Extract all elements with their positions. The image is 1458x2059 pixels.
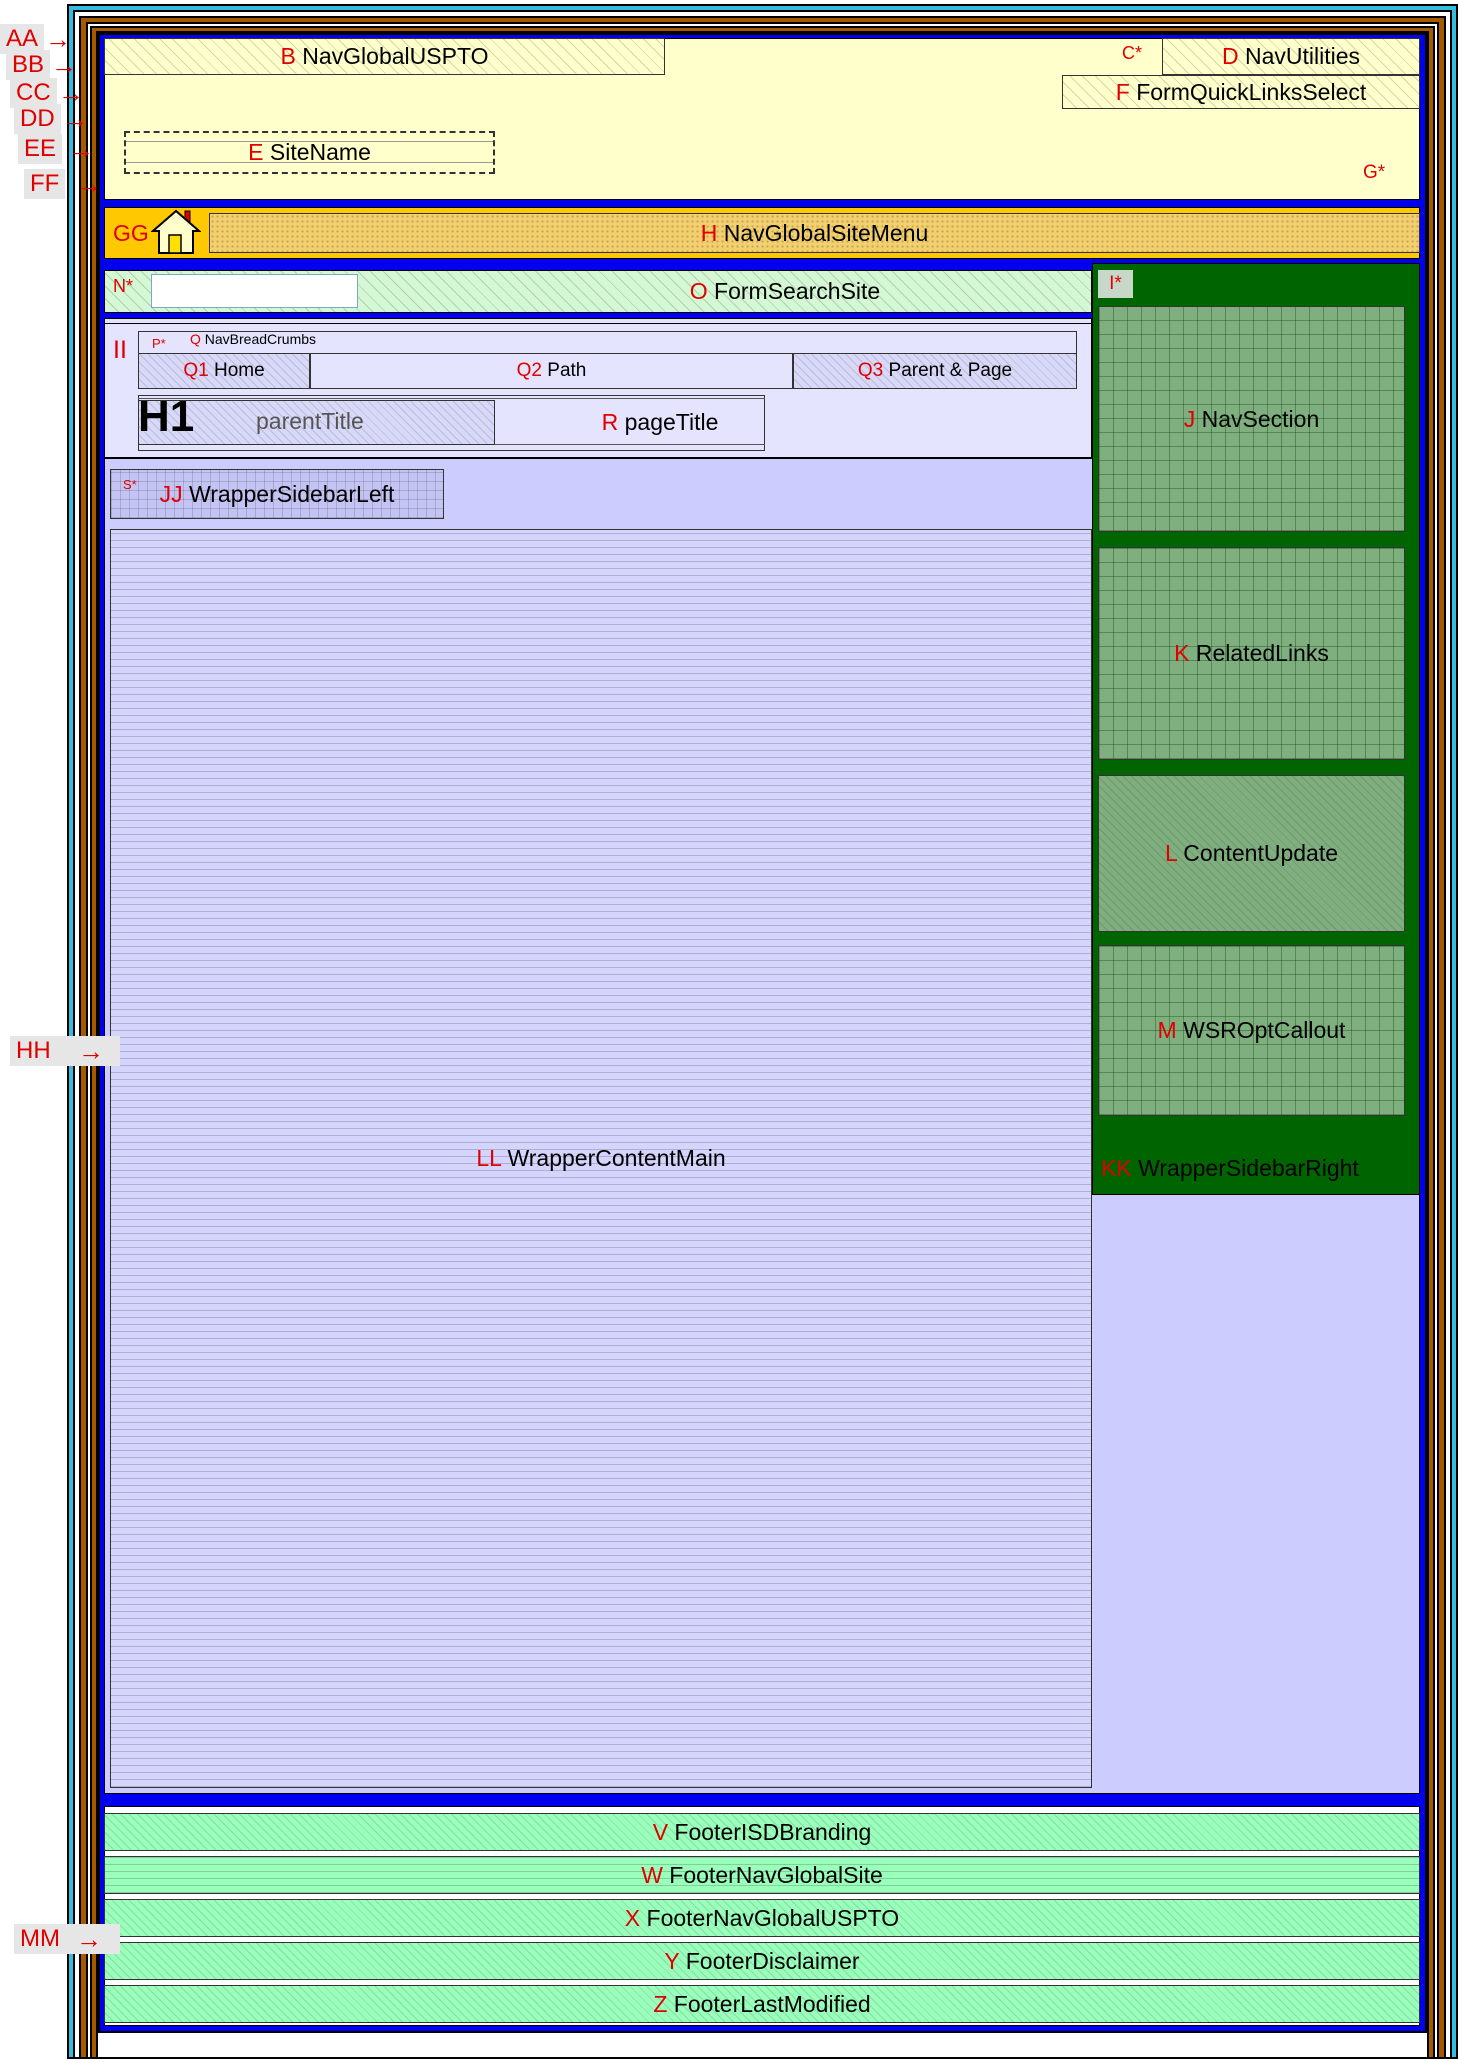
label-dd: DD [14,104,61,134]
label-ll: LL [476,1145,502,1171]
label-d: D [1221,43,1239,69]
arrow-bb: → [51,50,77,80]
label-gg: GG [113,220,149,246]
label-i-box: I* [1098,270,1133,298]
footer-nav-global-uspto-label: FooterNavGlobalUSPTO [646,1904,900,1931]
label-q: Q [190,331,201,347]
nav-bread-crumbs-label: NavBreadCrumbs [204,331,317,347]
label-jj: JJ [159,480,183,507]
arrow-hh: → [78,1036,104,1066]
label-e: E [248,139,264,165]
wrapper-sidebar-right-label: WrapperSidebarRight [1138,1155,1359,1181]
home-icon[interactable] [150,209,202,255]
footer-isd-branding-label: FooterISDBranding [674,1818,872,1845]
label-q2: Q2 [516,360,542,381]
label-b: B [280,43,296,69]
footer-nav-global-uspto[interactable]: X FooterNavGlobalUSPTO [104,1899,1420,1937]
breadcrumb-parent-page[interactable]: Q3 Parent & Page [793,353,1077,389]
footer-nav-global-site[interactable]: W FooterNavGlobalSite [104,1856,1420,1894]
breadcrumb-area-line [104,323,1092,324]
nav-global-site-menu[interactable]: H NavGlobalSiteMenu [209,213,1420,253]
label-p: P* [152,336,166,351]
footer-nav-global-site-label: FooterNavGlobalSite [669,1861,883,1888]
label-z: Z [653,1990,668,2017]
footer-isd-branding: V FooterISDBranding [104,1813,1420,1851]
footer-last-modified-label: FooterLastModified [673,1990,871,2017]
nav-global-uspto[interactable]: B NavGlobalUSPTO [104,38,665,75]
wrapper-content-main-label: WrapperContentMain [507,1145,726,1171]
form-search-site-label: FormSearchSite [714,278,881,304]
label-i: I* [1109,273,1122,294]
arrow-ee: → [68,134,94,164]
form-quick-links-select[interactable]: F FormQuickLinksSelect [1062,75,1420,109]
nav-utilities[interactable]: D NavUtilities [1162,38,1420,75]
site-name-label: SiteName [269,139,371,165]
label-h: H [700,219,718,246]
breadcrumb-home-label: Home [213,360,265,381]
page-title: R pageTitle [560,400,760,445]
breadcrumb-parent-page-label: Parent & Page [888,360,1013,381]
wrapper-sidebar-right-caption: KK WrapperSidebarRight [1101,1155,1359,1182]
footer-disclaimer-label: FooterDisclaimer [685,1947,860,1974]
label-y: Y [664,1947,680,1974]
arrow-dd: → [62,104,88,134]
label-f: F [1115,78,1130,105]
footer-last-modified: Z FooterLastModified [104,1985,1420,2023]
nav-global-site-menu-label: NavGlobalSiteMenu [723,219,929,246]
related-links[interactable]: K RelatedLinks [1098,547,1405,760]
form-quick-links-label: FormQuickLinksSelect [1136,78,1367,105]
label-g: G* [1363,162,1386,183]
label-l: L [1164,840,1177,866]
h1-marker: H1 [138,392,195,441]
label-n: N* [113,276,134,296]
wrapper-sidebar-left: JJ WrapperSidebarLeft [110,469,444,519]
label-m: M [1157,1017,1177,1043]
label-s: S* [123,477,137,492]
nav-section-label: NavSection [1201,405,1320,432]
label-kk: KK [1101,1155,1132,1181]
breadcrumb-path[interactable]: Q2 Path [310,353,793,389]
content-update-label: ContentUpdate [1183,840,1339,866]
footer-disclaimer: Y FooterDisclaimer [104,1942,1420,1980]
label-ff: FF [24,169,66,199]
search-input[interactable] [151,274,358,308]
label-v: V [652,1818,669,1845]
related-links-label: RelatedLinks [1195,640,1329,666]
label-mm: MM [14,1924,120,1954]
arrow-mm: → [76,1924,102,1954]
arrow-ff: → [76,169,102,199]
label-bb: BB [6,50,51,80]
label-x: X [624,1904,641,1931]
nav-global-uspto-label: NavGlobalUSPTO [302,43,489,69]
label-ee: EE [18,134,63,164]
label-r: R [601,409,619,435]
label-j: J [1183,405,1196,432]
label-q3: Q3 [857,360,884,381]
content-update: L ContentUpdate [1098,775,1405,932]
nav-bread-crumbs-title: Q NavBreadCrumbs [190,331,316,347]
wrapper-content-main: LL WrapperContentMain [110,529,1092,1788]
nav-section[interactable]: J NavSection [1098,306,1405,532]
form-search-site-label-wrap: O FormSearchSite [620,270,950,313]
label-q1: Q1 [183,360,209,381]
label-o: O [689,278,708,304]
wrapper-sidebar-left-label: WrapperSidebarLeft [188,480,395,507]
label-ii: II [113,336,127,364]
parent-title-label: parentTitle [256,408,364,434]
nav-utilities-label: NavUtilities [1244,43,1361,69]
page-title-label: pageTitle [624,409,719,435]
wsr-opt-callout[interactable]: M WSROptCallout [1098,945,1405,1116]
label-c: C* [1122,43,1143,63]
label-w: W [641,1861,663,1888]
breadcrumb-path-label: Path [547,360,587,381]
breadcrumb-home[interactable]: Q1 Home [138,353,310,389]
site-name[interactable]: E SiteName [124,131,495,174]
label-k: K [1174,640,1190,666]
wsr-opt-callout-label: WSROptCallout [1183,1017,1346,1043]
